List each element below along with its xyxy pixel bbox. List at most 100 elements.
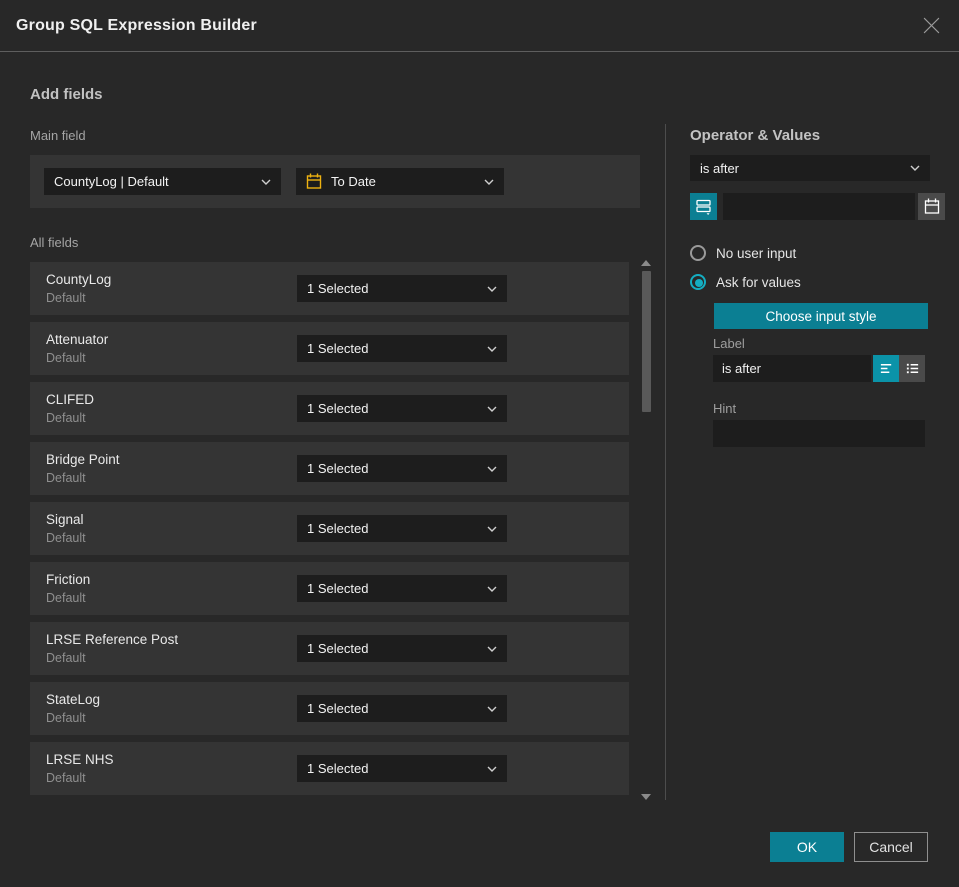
group-sql-expression-builder-dialog: Group SQL Expression Builder Add fields … <box>0 0 959 887</box>
field-selected-dropdown[interactable]: 1 Selected <box>297 695 507 722</box>
choose-input-style-button[interactable]: Choose input style <box>714 303 928 329</box>
value-input[interactable] <box>723 193 915 220</box>
field-selected-dropdown[interactable]: 1 Selected <box>297 635 507 662</box>
field-name: Friction <box>46 572 91 587</box>
date-field-dropdown[interactable]: To Date <box>296 168 504 195</box>
field-list-row: CLIFED Default 1 Selected <box>30 382 629 435</box>
chevron-down-icon <box>487 346 497 352</box>
cancel-button[interactable]: Cancel <box>854 832 928 862</box>
field-list-row: Bridge Point Default 1 Selected <box>30 442 629 495</box>
field-name: LRSE NHS <box>46 752 114 767</box>
chevron-down-icon <box>487 526 497 532</box>
unique-values-button[interactable] <box>690 193 717 220</box>
main-field-dropdown[interactable]: CountyLog | Default <box>44 168 281 195</box>
field-layer-sub: Default <box>46 591 86 605</box>
panel-divider <box>665 124 666 800</box>
chevron-down-icon <box>487 286 497 292</box>
field-selected-dropdown[interactable]: 1 Selected <box>297 335 507 362</box>
field-selected-value: 1 Selected <box>307 701 369 716</box>
main-field-row: CountyLog | Default To Date <box>30 155 640 208</box>
field-selected-dropdown[interactable]: 1 Selected <box>297 395 507 422</box>
field-name: CountyLog <box>46 272 112 287</box>
field-selected-value: 1 Selected <box>307 641 369 656</box>
chevron-down-icon <box>484 179 494 185</box>
field-selected-value: 1 Selected <box>307 281 369 296</box>
value-input-row <box>690 193 945 220</box>
field-layer-sub: Default <box>46 651 86 665</box>
date-field-dropdown-value: To Date <box>331 174 376 189</box>
field-list-row: CountyLog Default 1 Selected <box>30 262 629 315</box>
ok-button[interactable]: OK <box>770 832 844 862</box>
field-list-row: LRSE NHS Default 1 Selected <box>30 742 629 795</box>
field-list-row: Signal Default 1 Selected <box>30 502 629 555</box>
chevron-down-icon <box>261 179 271 185</box>
scrollbar-down-arrow-icon[interactable] <box>641 794 651 800</box>
date-picker-button[interactable] <box>918 193 945 220</box>
field-selected-dropdown[interactable]: 1 Selected <box>297 575 507 602</box>
field-selected-value: 1 Selected <box>307 761 369 776</box>
field-selected-dropdown[interactable]: 1 Selected <box>297 275 507 302</box>
field-selected-value: 1 Selected <box>307 521 369 536</box>
chevron-down-icon <box>487 466 497 472</box>
chevron-down-icon <box>487 586 497 592</box>
field-layer-sub: Default <box>46 771 86 785</box>
field-selected-value: 1 Selected <box>307 581 369 596</box>
main-field-dropdown-value: CountyLog | Default <box>54 174 169 189</box>
field-list-row: StateLog Default 1 Selected <box>30 682 629 735</box>
dialog-header: Group SQL Expression Builder <box>0 0 959 52</box>
scrollbar-up-arrow-icon[interactable] <box>641 260 651 266</box>
field-list-row: Friction Default 1 Selected <box>30 562 629 615</box>
field-name: StateLog <box>46 692 101 707</box>
operator-dropdown-value: is after <box>700 160 740 176</box>
field-layer-sub: Default <box>46 411 86 425</box>
field-name: CLIFED <box>46 392 95 407</box>
hint-field-label: Hint <box>713 401 737 416</box>
radio-no-user-input-label: No user input <box>716 245 797 261</box>
field-name: Signal <box>46 512 84 527</box>
input-style-toggle-group <box>873 355 925 382</box>
add-fields-heading: Add fields <box>30 86 103 103</box>
field-name: Bridge Point <box>46 452 120 467</box>
list-toggle-button[interactable] <box>899 355 925 382</box>
label-field-label: Label <box>713 336 745 351</box>
chevron-down-icon <box>487 646 497 652</box>
field-selected-value: 1 Selected <box>307 341 369 356</box>
field-selected-dropdown[interactable]: 1 Selected <box>297 455 507 482</box>
fields-list-scrollbar[interactable] <box>637 256 655 802</box>
chevron-down-icon <box>487 406 497 412</box>
field-layer-sub: Default <box>46 351 86 365</box>
field-list-row: Attenuator Default 1 Selected <box>30 322 629 375</box>
dialog-title: Group SQL Expression Builder <box>16 16 257 34</box>
radio-no-user-input[interactable]: No user input <box>690 245 796 261</box>
field-layer-sub: Default <box>46 471 86 485</box>
close-icon[interactable] <box>921 16 941 36</box>
calendar-icon <box>306 173 322 190</box>
chevron-down-icon <box>487 706 497 712</box>
field-layer-sub: Default <box>46 711 86 725</box>
all-fields-list: CountyLog Default 1 Selected Attenuator … <box>30 262 629 802</box>
field-selected-value: 1 Selected <box>307 461 369 476</box>
radio-checked-icon <box>690 274 706 290</box>
hint-input[interactable] <box>713 420 925 447</box>
field-name: LRSE Reference Post <box>46 632 179 647</box>
field-layer-sub: Default <box>46 531 86 545</box>
all-fields-label: All fields <box>30 235 79 250</box>
chevron-down-icon <box>910 165 920 171</box>
label-input[interactable] <box>713 355 871 382</box>
label-input-row <box>713 355 925 382</box>
field-selected-dropdown[interactable]: 1 Selected <box>297 755 507 782</box>
field-selected-value: 1 Selected <box>307 401 369 416</box>
scrollbar-thumb[interactable] <box>642 271 651 412</box>
radio-unchecked-icon <box>690 245 706 261</box>
field-selected-dropdown[interactable]: 1 Selected <box>297 515 507 542</box>
align-left-toggle-button[interactable] <box>873 355 899 382</box>
main-field-label: Main field <box>30 128 86 143</box>
field-name: Attenuator <box>46 332 109 347</box>
radio-ask-for-values-label: Ask for values <box>716 274 801 290</box>
operator-dropdown[interactable]: is after <box>690 155 930 181</box>
field-list-row: LRSE Reference Post Default 1 Selected <box>30 622 629 675</box>
operator-values-heading: Operator & Values <box>690 127 821 144</box>
field-layer-sub: Default <box>46 291 86 305</box>
chevron-down-icon <box>487 766 497 772</box>
radio-ask-for-values[interactable]: Ask for values <box>690 274 801 290</box>
